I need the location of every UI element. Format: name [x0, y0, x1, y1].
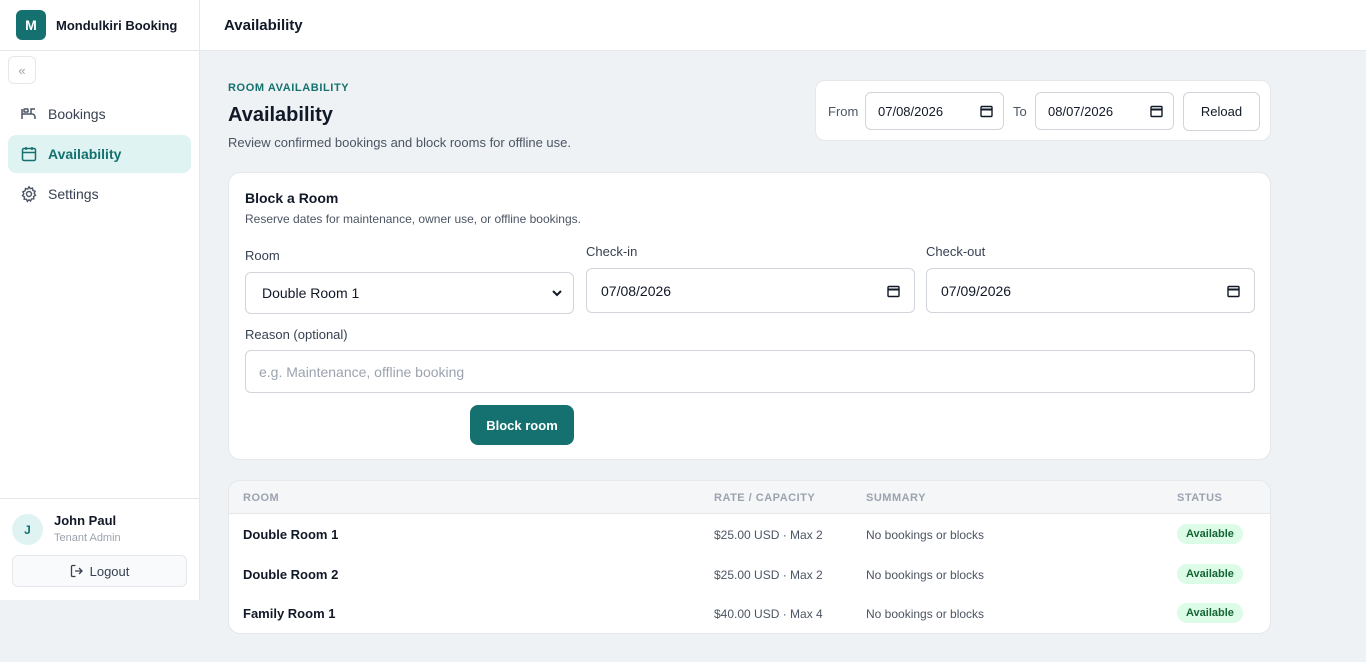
block-room-card: Block a Room Reserve dates for maintenan…: [228, 172, 1271, 460]
reload-button[interactable]: Reload: [1183, 92, 1260, 131]
to-date-input[interactable]: 08/07/2026: [1035, 92, 1174, 130]
checkin-date-value: 07/08/2026: [601, 282, 672, 299]
block-room-title: Block a Room: [245, 190, 339, 206]
table-header: ROOM RATE / CAPACITY SUMMARY STATUS: [229, 481, 1270, 514]
sidebar-item-availability[interactable]: Availability: [8, 135, 191, 173]
table-row: Double Room 2 $25.00 USD · Max 2 No book…: [229, 554, 1270, 594]
collapse-sidebar-button[interactable]: «: [8, 56, 36, 84]
sidebar-item-settings[interactable]: Settings: [8, 175, 191, 213]
rooms-table: ROOM RATE / CAPACITY SUMMARY STATUS Doub…: [228, 480, 1271, 634]
topbar: Availability: [200, 0, 1366, 51]
avatar: J: [12, 514, 43, 545]
from-label: From: [828, 104, 859, 119]
block-room-subtitle: Reserve dates for maintenance, owner use…: [245, 212, 581, 226]
room-select[interactable]: Double Room 1: [245, 272, 574, 314]
room-name: Family Room 1: [243, 606, 336, 621]
calendar-icon[interactable]: [980, 105, 993, 118]
calendar-icon[interactable]: [887, 284, 900, 297]
calendar-icon: [20, 145, 38, 163]
column-header-room: ROOM: [243, 492, 280, 504]
from-date-value: 07/08/2026: [878, 103, 944, 119]
room-summary: No bookings or blocks: [866, 528, 985, 542]
room-rate: $25.00 USD · Max 2: [714, 568, 823, 582]
sidebar-item-label: Availability: [48, 146, 122, 162]
brand-logo[interactable]: M: [16, 10, 46, 40]
checkout-label: Check-out: [926, 244, 986, 259]
page-description: Review confirmed bookings and block room…: [228, 135, 571, 150]
page-eyebrow: ROOM AVAILABILITY: [228, 82, 350, 94]
status-badge: Available: [1177, 603, 1243, 623]
calendar-icon[interactable]: [1150, 105, 1163, 118]
page-title: Availability: [228, 104, 333, 126]
from-date-input[interactable]: 07/08/2026: [865, 92, 1004, 130]
block-room-button[interactable]: Block room: [470, 405, 574, 445]
user-box: J John Paul Tenant Admin Logout: [0, 498, 199, 600]
room-label: Room: [245, 248, 280, 263]
user-role: Tenant Admin: [54, 532, 121, 544]
column-header-rate: RATE / CAPACITY: [714, 492, 816, 504]
calendar-icon[interactable]: [1227, 284, 1240, 297]
checkin-label: Check-in: [586, 244, 638, 259]
table-row: Family Room 1 $40.00 USD · Max 4 No book…: [229, 593, 1270, 633]
room-select-value: Double Room 1: [262, 285, 360, 301]
gear-icon: [20, 185, 38, 203]
table-row: Double Room 1 $25.00 USD · Max 2 No book…: [229, 514, 1270, 554]
reason-label: Reason (optional): [245, 327, 348, 342]
room-summary: No bookings or blocks: [866, 607, 985, 621]
reason-input[interactable]: [245, 350, 1255, 393]
status-badge: Available: [1177, 564, 1243, 584]
bookings-icon: [20, 105, 38, 123]
topbar-title: Availability: [224, 16, 303, 34]
logout-label: Logout: [89, 563, 130, 579]
logout-button[interactable]: Logout: [12, 555, 187, 587]
checkin-date-input[interactable]: 07/08/2026: [586, 268, 915, 313]
date-range-filter: From 07/08/2026 To 08/07/2026 Reload: [815, 80, 1271, 141]
to-label: To: [1013, 104, 1027, 119]
status-badge: Available: [1177, 524, 1243, 544]
chevron-down-icon: [551, 287, 563, 299]
room-rate: $40.00 USD · Max 4: [714, 607, 823, 621]
brand: M Mondulkiri Booking: [0, 0, 199, 51]
room-summary: No bookings or blocks: [866, 568, 985, 582]
room-rate: $25.00 USD · Max 2: [714, 528, 823, 542]
checkout-date-value: 07/09/2026: [941, 282, 1012, 299]
sidebar-item-label: Settings: [48, 186, 99, 202]
logout-icon: [70, 564, 84, 578]
sidebar-item-label: Bookings: [48, 106, 106, 122]
user-name: John Paul: [54, 513, 117, 528]
sidebar: M Mondulkiri Booking « Bookings Availabi…: [0, 0, 200, 600]
to-date-value: 08/07/2026: [1048, 103, 1114, 119]
sidebar-nav: Bookings Availability Settings: [8, 95, 191, 215]
column-header-status: STATUS: [1177, 492, 1223, 504]
chevrons-left-icon: «: [18, 62, 26, 78]
sidebar-item-bookings[interactable]: Bookings: [8, 95, 191, 133]
room-name: Double Room 2: [243, 567, 339, 582]
column-header-summary: SUMMARY: [866, 492, 926, 504]
room-name: Double Room 1: [243, 527, 339, 542]
checkout-date-input[interactable]: 07/09/2026: [926, 268, 1255, 313]
brand-name[interactable]: Mondulkiri Booking: [56, 18, 177, 33]
